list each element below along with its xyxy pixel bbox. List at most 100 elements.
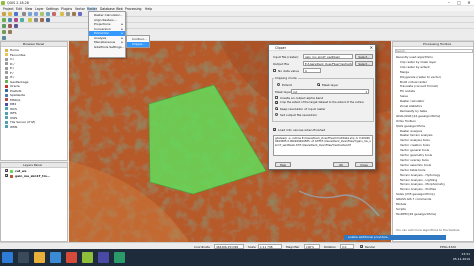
menu-processing[interactable]: Processing (125, 7, 142, 11)
toolbox-item[interactable]: Zonal statistics (400, 104, 422, 108)
ok-button[interactable]: OK (333, 162, 349, 167)
add-database-icon[interactable] (14, 18, 18, 22)
advanced-digitizing-icon[interactable] (8, 30, 12, 34)
add-wms-icon[interactable] (20, 18, 24, 22)
layer-item[interactable]: gain_mu_skn1T_tm... (5, 174, 50, 179)
attribute-table-icon[interactable] (78, 12, 82, 16)
menu-view[interactable]: View (25, 7, 32, 11)
select-icon[interactable] (66, 12, 70, 16)
zoom-in-icon[interactable] (28, 12, 32, 16)
set-resolution-radio[interactable] (275, 113, 278, 116)
toolbox-item[interactable]: Terrain Analysis - Morphometry (400, 182, 445, 186)
crs-button[interactable]: EPSG:4326 (440, 245, 456, 249)
gdal-command-text[interactable]: gdalwarp -q -cutline E:/Users/Deck_Over/… (273, 135, 373, 156)
menu-plugins[interactable]: Plugins (61, 7, 72, 11)
snapping-icon[interactable] (2, 36, 6, 40)
toolbox-item[interactable]: Terrain Analysis - Hydrology (400, 173, 440, 177)
render-checkbox[interactable] (360, 245, 363, 249)
no-data-checkbox[interactable] (273, 69, 276, 72)
input-select-button[interactable]: Select... (355, 54, 373, 59)
toolbox-item[interactable]: Vector analysis tools (400, 138, 430, 142)
digitizing-icon[interactable] (2, 30, 6, 34)
toolbox-item[interactable]: SAGA [235 geoalgorithms] (396, 192, 434, 196)
app-icon[interactable] (98, 252, 109, 263)
toolbox-item[interactable]: GRASS GIS 7 commands (396, 197, 431, 201)
toolbox-item[interactable]: Vector creation tools (400, 143, 430, 147)
menu-item-clipper[interactable]: Clipper... (127, 42, 149, 47)
toolbox-item[interactable]: Clip raster by mask layer (400, 60, 436, 64)
open-project-icon[interactable] (8, 12, 12, 16)
dialog-close-icon[interactable]: ✕ (370, 45, 373, 51)
zoom-out-icon[interactable] (34, 12, 38, 16)
extent-radio[interactable] (277, 83, 280, 86)
task-view-icon[interactable] (18, 252, 29, 263)
zoom-full-icon[interactable] (40, 12, 44, 16)
mask-layer-radio[interactable] (317, 83, 320, 86)
measure-icon[interactable] (72, 12, 76, 16)
toolbox-item[interactable]: Terrain Analysis - Lighting (400, 178, 437, 182)
mask-layer-select[interactable]: cut ▾ (291, 89, 369, 94)
file-explorer-icon[interactable] (34, 252, 45, 263)
toolbox-item[interactable]: QGIS geoalgorithms (396, 124, 425, 128)
browser-item[interactable]: WMS (5, 125, 17, 130)
add-vector-icon[interactable] (2, 18, 6, 22)
menu-help[interactable]: Help (145, 7, 152, 11)
toolbox-item[interactable]: Terrain Analysis - Profiles (400, 187, 436, 191)
node-tool-icon[interactable] (40, 18, 44, 22)
chrome-icon[interactable] (66, 252, 77, 263)
toolbox-item[interactable]: Polygonize (raster to vector) (400, 75, 441, 79)
menu-settings[interactable]: Settings (46, 7, 59, 11)
menu-project[interactable]: Project (3, 7, 14, 11)
zoom-layer-icon[interactable] (46, 12, 50, 16)
menu-web[interactable]: Web (116, 7, 123, 11)
qgis-taskbar-icon[interactable] (82, 252, 93, 263)
crop-extent-checkbox[interactable] (275, 101, 278, 105)
toolbox-item[interactable]: Vector selection tools (400, 163, 431, 167)
toolbox-item[interactable]: Sieve (400, 94, 408, 98)
label-icon[interactable] (46, 18, 50, 22)
toolbox-item[interactable]: Fill nodata (400, 89, 415, 93)
toolbox-item[interactable]: Vector geometry tools (400, 153, 432, 157)
toolbox-search-input[interactable] (395, 49, 473, 53)
menu-database[interactable]: Database (100, 7, 115, 11)
toolbox-item[interactable]: Vector table tools (400, 168, 425, 172)
edge-icon[interactable] (50, 252, 61, 263)
toolbox-item[interactable]: Vector overlay tools (400, 158, 429, 162)
layer-visibility-checkbox[interactable] (5, 169, 8, 173)
python-console-icon[interactable] (2, 24, 6, 28)
keep-resolution-radio[interactable] (275, 107, 278, 110)
close-button[interactable]: Close (355, 162, 373, 167)
toolbox-item[interactable]: Build virtual raster (400, 80, 427, 84)
app-icon[interactable] (114, 252, 125, 263)
toolbox-item[interactable]: Scripts (396, 207, 406, 211)
toolbox-item[interactable]: Recently used algorithms (396, 55, 433, 59)
menu-item-gdaltools-settings[interactable]: GdalTools Settings... (89, 45, 125, 50)
create-alpha-checkbox[interactable] (275, 96, 278, 99)
no-data-spinbox[interactable]: 0 (303, 68, 321, 73)
menu-layer[interactable]: Layer (35, 7, 44, 11)
toolbox-item[interactable]: Raster analysis (400, 129, 422, 133)
save-project-icon[interactable] (14, 12, 18, 16)
layer-visibility-checkbox[interactable] (5, 174, 8, 178)
toolbox-item[interactable]: Clip raster by extent (400, 65, 430, 69)
pan-icon[interactable] (22, 12, 26, 16)
toolbox-item[interactable]: Reclassify by table (400, 109, 427, 113)
input-file-select[interactable]: gain_mu_skn1T_swdhbam (303, 54, 353, 59)
menu-item-contour[interactable]: Contour... (127, 37, 149, 42)
toolbox-item[interactable]: Translate (convert format) (400, 84, 438, 88)
toolbox-item[interactable]: Vector general tools (400, 148, 429, 152)
georef-icon[interactable] (14, 24, 18, 28)
digitize-icon[interactable] (34, 18, 38, 22)
processing-hint-bar[interactable]: enable additional providers. (344, 235, 446, 240)
menu-raster[interactable]: Raster (87, 6, 97, 11)
toolbox-item[interactable]: GDAL/OGR [44 geoalgorithms] (396, 114, 440, 118)
load-canvas-checkbox[interactable] (273, 128, 276, 132)
output-select-button[interactable]: Select... (355, 61, 373, 66)
edit-pencil-icon[interactable] (28, 18, 32, 22)
help-button[interactable]: Help (275, 162, 291, 167)
toolbox-item[interactable]: Raster calculator (400, 99, 425, 103)
toolbox-item[interactable]: Raster terrain analysis (400, 133, 433, 137)
toolbox-item[interactable]: Orfeo Toolbox (396, 119, 416, 123)
taskbar-clock[interactable]: 13:31 05.11.2019 (453, 252, 470, 262)
start-icon[interactable] (2, 252, 13, 263)
